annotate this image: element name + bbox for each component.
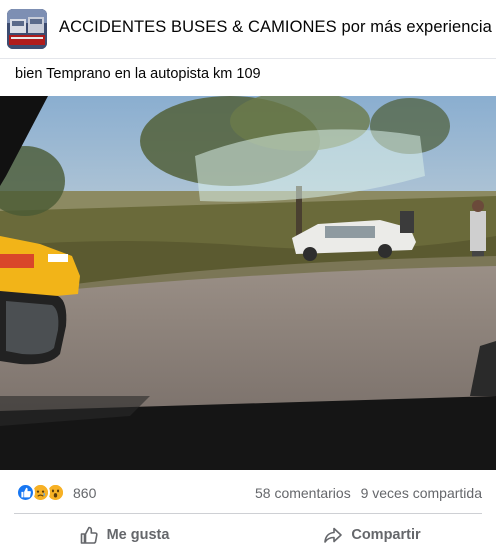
like-button[interactable]: Me gusta	[0, 518, 248, 551]
post-stats: 860 58 comentarios 9 veces compartida	[0, 478, 496, 508]
share-button-label: Compartir	[351, 526, 421, 543]
thumbs-up-icon	[80, 526, 98, 544]
post-text: bien Temprano en la autopista km 109	[15, 66, 261, 82]
post-photo[interactable]	[0, 96, 496, 470]
actions-divider	[14, 513, 482, 514]
group-avatar[interactable]	[7, 9, 47, 49]
post-header: ACCIDENTES BUSES & CAMIONES por más expe…	[0, 0, 496, 58]
like-button-label: Me gusta	[106, 526, 170, 543]
header-divider	[0, 58, 496, 59]
share-button[interactable]: Compartir	[248, 518, 496, 551]
like-icon	[16, 483, 35, 502]
shares-count-link[interactable]: 9 veces compartida	[361, 485, 482, 501]
post-actions: Me gusta Compartir	[0, 518, 496, 551]
share-arrow-icon	[324, 527, 343, 543]
engagement-counts: 58 comentarios 9 veces compartida	[255, 485, 482, 501]
reactions-summary[interactable]: 860	[16, 483, 96, 502]
group-name-link[interactable]: ACCIDENTES BUSES & CAMIONES por más expe…	[59, 18, 496, 37]
comments-count-link[interactable]: 58 comentarios	[255, 485, 351, 501]
reaction-count: 860	[73, 484, 97, 501]
